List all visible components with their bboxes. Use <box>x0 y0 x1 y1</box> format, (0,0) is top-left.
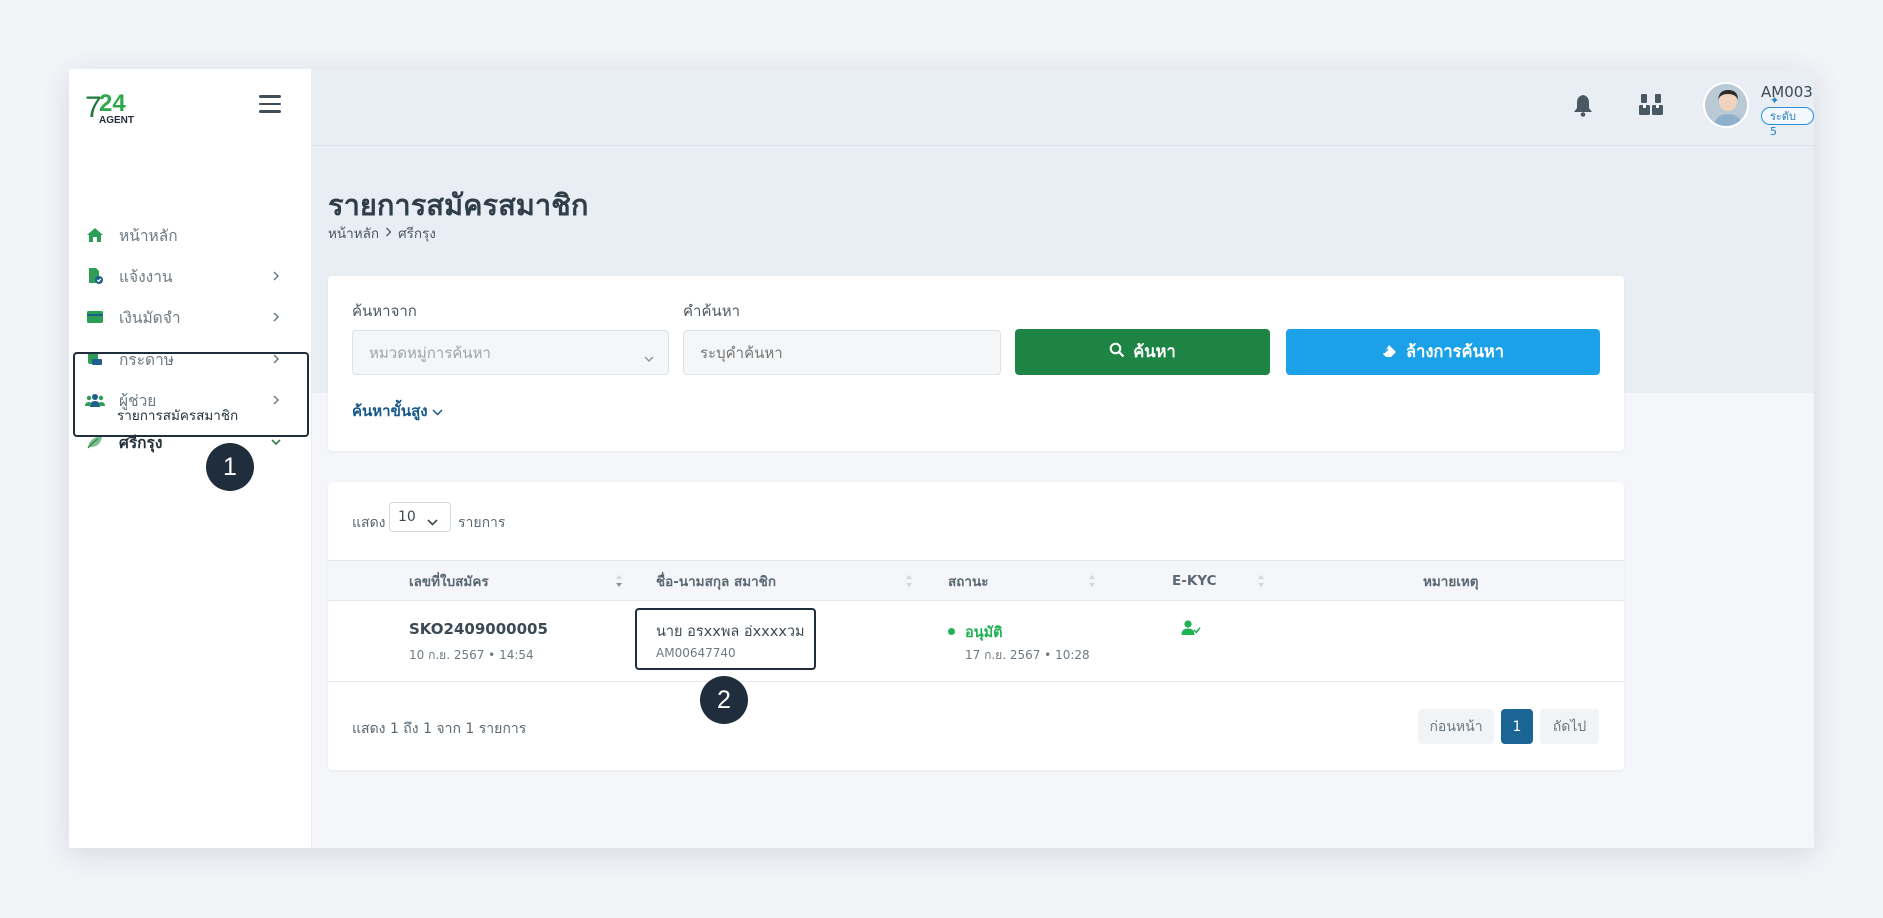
page-size-suffix: รายการ <box>458 515 506 531</box>
status-date: 17 ก.ย. 2567 • 10:28 <box>965 648 1090 662</box>
hamburger-line <box>259 95 281 98</box>
app-window: 7 24 AGENT หน้าหลัก แจ้งงาน เงินมัดจำ กร… <box>69 69 1814 848</box>
table-row[interactable]: SKO2409000005 10 ก.ย. 2567 • 14:54 นาย อ… <box>328 601 1624 682</box>
nav-item-report[interactable]: แจ้งงาน <box>85 261 285 291</box>
search-from-label: ค้นหาจาก <box>352 302 417 320</box>
chevron-down-icon <box>271 437 281 447</box>
page-size-select[interactable]: 10 <box>389 502 451 532</box>
page-size-value: 10 <box>398 509 416 525</box>
breadcrumb: หน้าหลัก ศรีกรุง <box>328 222 436 244</box>
sort-icon[interactable] <box>615 573 623 589</box>
bell-icon[interactable] <box>1572 93 1594 117</box>
nav-label: เงินมัดจำ <box>119 308 181 327</box>
chevron-down-icon <box>427 514 438 530</box>
breadcrumb-current: ศรีกรุง <box>398 226 436 242</box>
sidebar: 7 24 AGENT หน้าหลัก แจ้งงาน เงินมัดจำ กร… <box>69 69 312 848</box>
search-category-placeholder: หมวดหมู่การค้นหา <box>369 343 491 362</box>
advanced-search-toggle[interactable]: ค้นหาขั้นสูง <box>352 399 443 423</box>
table-header: เลขที่ใบสมัคร ชื่อ-นามสกุล สมาชิก สถานะ … <box>328 560 1624 601</box>
app-date: 10 ก.ย. 2567 • 14:54 <box>409 648 534 662</box>
chevron-down-icon <box>432 402 443 420</box>
search-query-label: คำค้นหา <box>683 302 741 320</box>
nav-label: หน้าหลัก <box>119 226 178 245</box>
chevron-right-icon <box>271 312 281 322</box>
logo-agent: AGENT <box>99 115 134 126</box>
col-header-status[interactable]: สถานะ <box>948 561 988 601</box>
search-category-select[interactable]: หมวดหมู่การค้นหา <box>352 330 669 375</box>
pagination-next-button[interactable]: ถัดไป <box>1540 709 1599 744</box>
hamburger-line <box>259 110 281 113</box>
page-size-prefix: แสดง <box>352 515 386 531</box>
search-input[interactable] <box>683 330 1001 375</box>
chevron-down-icon <box>644 349 654 367</box>
breadcrumb-home[interactable]: หน้าหลัก <box>328 222 379 244</box>
sort-icon[interactable] <box>905 573 913 589</box>
highlight-box-1 <box>73 352 309 437</box>
advanced-search-label: ค้นหาขั้นสูง <box>352 402 428 420</box>
status-dot <box>948 628 955 635</box>
avatar[interactable] <box>1703 82 1749 128</box>
nav-label: แจ้งงาน <box>119 267 173 286</box>
callout-2: 2 <box>700 676 748 724</box>
search-button-label: ค้นหา <box>1133 342 1176 361</box>
table-card: แสดง 10 รายการ เลขที่ใบสมัคร ชื่อ-นามสกุ… <box>328 482 1624 770</box>
col-header-app-no[interactable]: เลขที่ใบสมัคร <box>409 561 489 601</box>
eraser-icon <box>1382 343 1398 362</box>
nav-item-deposit[interactable]: เงินมัดจำ <box>85 302 285 332</box>
status-badge: อนุมัติ <box>965 625 1003 641</box>
logo-twentyfour: 24 <box>99 90 126 117</box>
search-icon <box>1109 342 1125 362</box>
col-header-member-name[interactable]: ชื่อ-นามสกุล สมาชิก <box>656 561 776 601</box>
app-logo[interactable]: 7 24 AGENT <box>85 88 145 128</box>
col-header-note: หมายเหตุ <box>1423 574 1479 590</box>
table-summary: แสดง 1 ถึง 1 จาก 1 รายการ <box>352 721 527 737</box>
sort-icon[interactable] <box>1088 573 1096 589</box>
clear-search-button[interactable]: ล้างการค้นหา <box>1286 329 1600 375</box>
home-icon <box>85 225 105 245</box>
ekyc-verified-icon <box>1181 619 1201 637</box>
sort-icon[interactable] <box>1257 573 1265 589</box>
hamburger-line <box>259 102 281 106</box>
main-area: AM00371908 ✦ ระดับ 5 รายการสมัครสมาชิก ห… <box>312 69 1814 848</box>
boxes-icon[interactable] <box>1638 93 1664 117</box>
report-icon <box>85 266 105 286</box>
app-number: SKO2409000005 <box>409 620 548 638</box>
menu-toggle-button[interactable] <box>259 95 281 113</box>
chevron-right-icon <box>271 271 281 281</box>
search-card: ค้นหาจาก หมวดหมู่การค้นหา คำค้นหา ค้นหา … <box>328 276 1624 451</box>
wallet-icon <box>85 307 105 327</box>
clear-search-button-label: ล้างการค้นหา <box>1405 342 1504 361</box>
col-header-ekyc[interactable]: E-KYC <box>1172 561 1217 601</box>
callout-1: 1 <box>206 443 254 491</box>
pagination-page-1[interactable]: 1 <box>1501 709 1533 744</box>
nav-item-home[interactable]: หน้าหลัก <box>85 220 285 250</box>
highlight-box-2 <box>635 608 816 670</box>
breadcrumb-separator-icon <box>385 225 392 241</box>
level-badge: ✦ ระดับ 5 <box>1761 94 1814 138</box>
search-button[interactable]: ค้นหา <box>1015 329 1270 375</box>
topbar: AM00371908 ✦ ระดับ 5 <box>312 69 1814 146</box>
pagination-prev-button[interactable]: ก่อนหน้า <box>1418 709 1494 744</box>
